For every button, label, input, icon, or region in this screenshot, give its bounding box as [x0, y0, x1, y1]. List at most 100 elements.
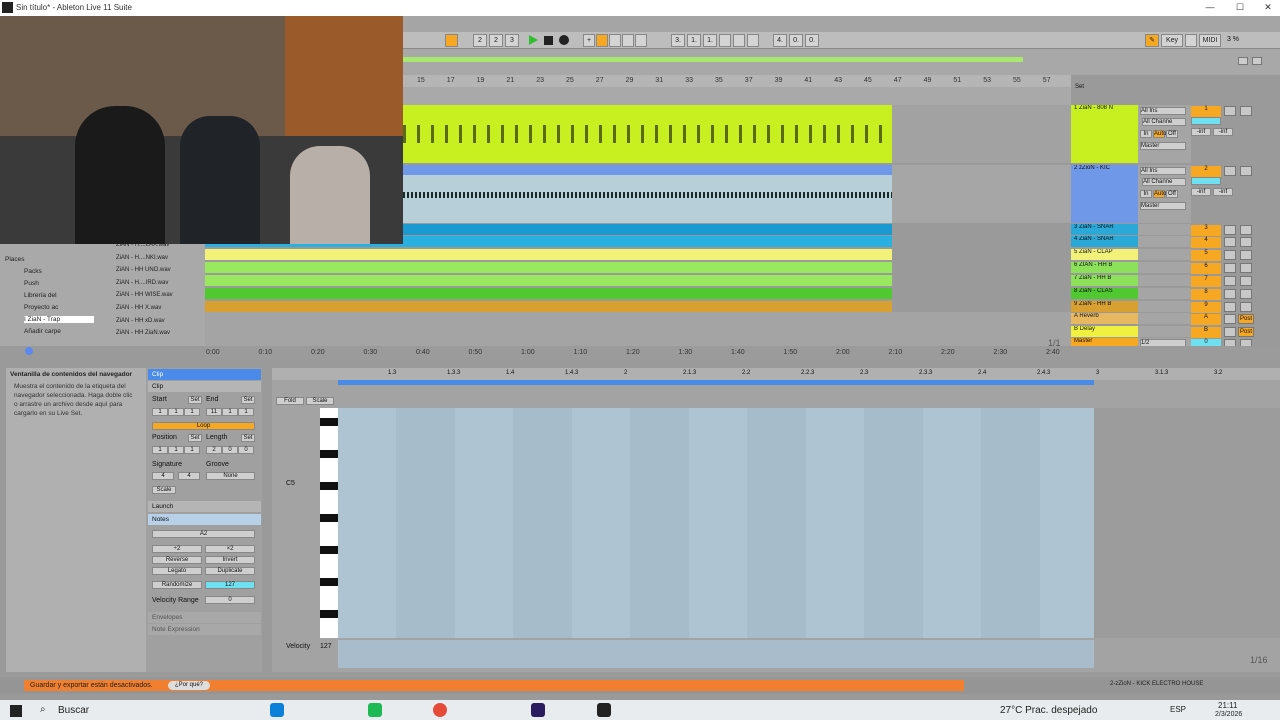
place-item[interactable]: Proyecto ac	[24, 304, 94, 311]
track-header[interactable]: 5 ZiaN - CLAP	[1071, 249, 1138, 260]
input-type-select[interactable]: All Ins	[1140, 107, 1186, 115]
scale-button[interactable]: Scale	[152, 486, 176, 494]
key-map-button[interactable]: Key	[1161, 34, 1183, 47]
place-item[interactable]: Librería del	[24, 292, 94, 299]
track-activator[interactable]: B	[1191, 327, 1221, 338]
note-grid[interactable]	[338, 408, 1094, 638]
browser-file[interactable]: ZiAN - HH ZiaN.wav	[116, 330, 211, 336]
velocity-lane[interactable]	[338, 640, 1094, 668]
track-header[interactable]: B Delay	[1071, 326, 1138, 337]
volume-field[interactable]	[1191, 117, 1221, 125]
input-channel-select[interactable]: All Channe	[1142, 178, 1186, 186]
piano-keys[interactable]	[320, 408, 338, 638]
beat-time-ruler[interactable]: 15 17 19 21 23 25 27 29 31 33 35 37 39 41 43 45 47 49 51 53…	[403, 75, 1071, 87]
clock-time[interactable]: 21:11	[1218, 701, 1237, 710]
chrome-icon[interactable]	[433, 703, 447, 717]
note-expression-section[interactable]: Note Expression	[148, 624, 261, 635]
language[interactable]: ESP	[1170, 705, 1186, 714]
edge-icon[interactable]	[270, 703, 284, 717]
position-bar[interactable]: 3.	[671, 34, 685, 47]
arm-button[interactable]	[1240, 289, 1252, 299]
track-header[interactable]: 6 ZIAN - HH B	[1071, 262, 1138, 273]
browser-file[interactable]: ZiAN - H....IRD.wav	[116, 280, 211, 286]
why-button[interactable]: ¿Por qué?	[168, 681, 210, 690]
overdub-button[interactable]: +	[583, 34, 595, 47]
monitor-in-button[interactable]: In	[1140, 190, 1152, 198]
piano-ruler[interactable]: 1.3 1.3.3 1.4 1.4.3 2 2.1.3 2.2 2.2.3 2.3 2.3.3 2.…	[272, 368, 1280, 380]
position-set-button[interactable]: Set	[188, 434, 202, 442]
automation-arm-button[interactable]	[596, 34, 608, 47]
start-sixteenth[interactable]: 1	[184, 408, 200, 416]
start-beat[interactable]: 1	[168, 408, 184, 416]
solo-button[interactable]	[1224, 263, 1236, 273]
output-select[interactable]: Master	[1140, 142, 1186, 150]
start-bar[interactable]: 1	[152, 408, 168, 416]
track-activator[interactable]: 4	[1191, 237, 1221, 248]
arm-button[interactable]	[1240, 225, 1252, 235]
punch-in-button[interactable]	[719, 34, 731, 47]
invert-button[interactable]: Invert	[205, 556, 255, 564]
track-activator[interactable]: 8	[1191, 289, 1221, 300]
browser-file[interactable]: ZiAN - HH UNO.wav	[116, 267, 211, 273]
solo-button[interactable]	[1224, 166, 1236, 176]
solo-button[interactable]	[1224, 327, 1236, 337]
monitor-auto-button[interactable]: Auto	[1153, 130, 1166, 138]
solo-button[interactable]	[1224, 289, 1236, 299]
length-beat-field[interactable]: 0	[222, 446, 238, 454]
taskbar-search[interactable]: Buscar	[58, 705, 89, 716]
solo-button[interactable]	[1224, 106, 1236, 116]
place-item[interactable]: Añadir carpe	[24, 328, 94, 335]
start-set-button[interactable]: Set	[188, 396, 202, 404]
track-activator[interactable]: 3	[1191, 225, 1221, 236]
divide-button[interactable]: ÷2	[152, 545, 202, 553]
clip-clas[interactable]	[205, 288, 892, 299]
windows-start-icon[interactable]	[10, 705, 22, 717]
groove-select[interactable]: None	[206, 472, 255, 480]
tempo-field-1[interactable]: 2	[473, 34, 487, 47]
multiply-button[interactable]: ×2	[205, 545, 255, 553]
solo-button[interactable]	[1224, 237, 1236, 247]
punch-out-button[interactable]	[747, 34, 759, 47]
randomize-button[interactable]: Randomize	[152, 581, 202, 589]
output-select[interactable]: Master	[1140, 202, 1186, 210]
browser-file[interactable]: ZiAN - HH WISE.wav	[116, 292, 211, 298]
notes-section[interactable]: Notes	[148, 514, 261, 525]
track-header[interactable]: 8 ZiaN - CLAS	[1071, 288, 1138, 299]
clip-clap[interactable]	[205, 249, 892, 260]
length-sixteenth-field[interactable]: 0	[238, 446, 254, 454]
randomize-value[interactable]: 127	[205, 581, 255, 589]
tempo-field-3[interactable]: 3	[505, 34, 519, 47]
search-icon[interactable]: ⌕	[40, 704, 46, 715]
solo-button[interactable]	[1224, 314, 1236, 324]
arm-button[interactable]	[1240, 276, 1252, 286]
monitor-in-button[interactable]: In	[1140, 130, 1152, 138]
monitor-off-button[interactable]: Off	[1166, 130, 1178, 138]
preview-icon[interactable]	[25, 347, 33, 355]
capture-button[interactable]	[622, 34, 634, 47]
premiere-icon[interactable]	[531, 703, 545, 717]
arm-button[interactable]	[1240, 250, 1252, 260]
browser-file[interactable]: ZiAN - H....NKI.wav	[116, 255, 211, 261]
session-record-button[interactable]	[635, 34, 647, 47]
track-activator[interactable]: 2	[1191, 166, 1221, 177]
solo-button[interactable]	[1224, 302, 1236, 312]
loop-button[interactable]	[733, 34, 745, 47]
clip-header[interactable]: Clip	[148, 369, 261, 380]
arm-button[interactable]	[1240, 302, 1252, 312]
envelopes-section[interactable]: Envelopes	[148, 612, 261, 623]
position-sixteenth[interactable]: 1.	[703, 34, 717, 47]
end-bar[interactable]: 11	[206, 408, 222, 416]
volume-field[interactable]	[1191, 177, 1221, 185]
position-sixteenth-field[interactable]: 1	[184, 446, 200, 454]
monitor-off-button[interactable]: Off	[1166, 190, 1178, 198]
reenable-button[interactable]	[609, 34, 621, 47]
track-activator[interactable]: 1	[1191, 106, 1221, 117]
position-beat[interactable]: 1.	[687, 34, 701, 47]
record-icon[interactable]	[559, 35, 569, 45]
track-activator[interactable]: 6	[1191, 263, 1221, 274]
end-beat[interactable]: 1	[222, 408, 238, 416]
length-set-button[interactable]: Set	[241, 434, 255, 442]
ableton-live-icon[interactable]	[597, 703, 611, 717]
loop-brace[interactable]	[338, 380, 1094, 385]
loop-length-beat[interactable]: 0.	[789, 34, 803, 47]
